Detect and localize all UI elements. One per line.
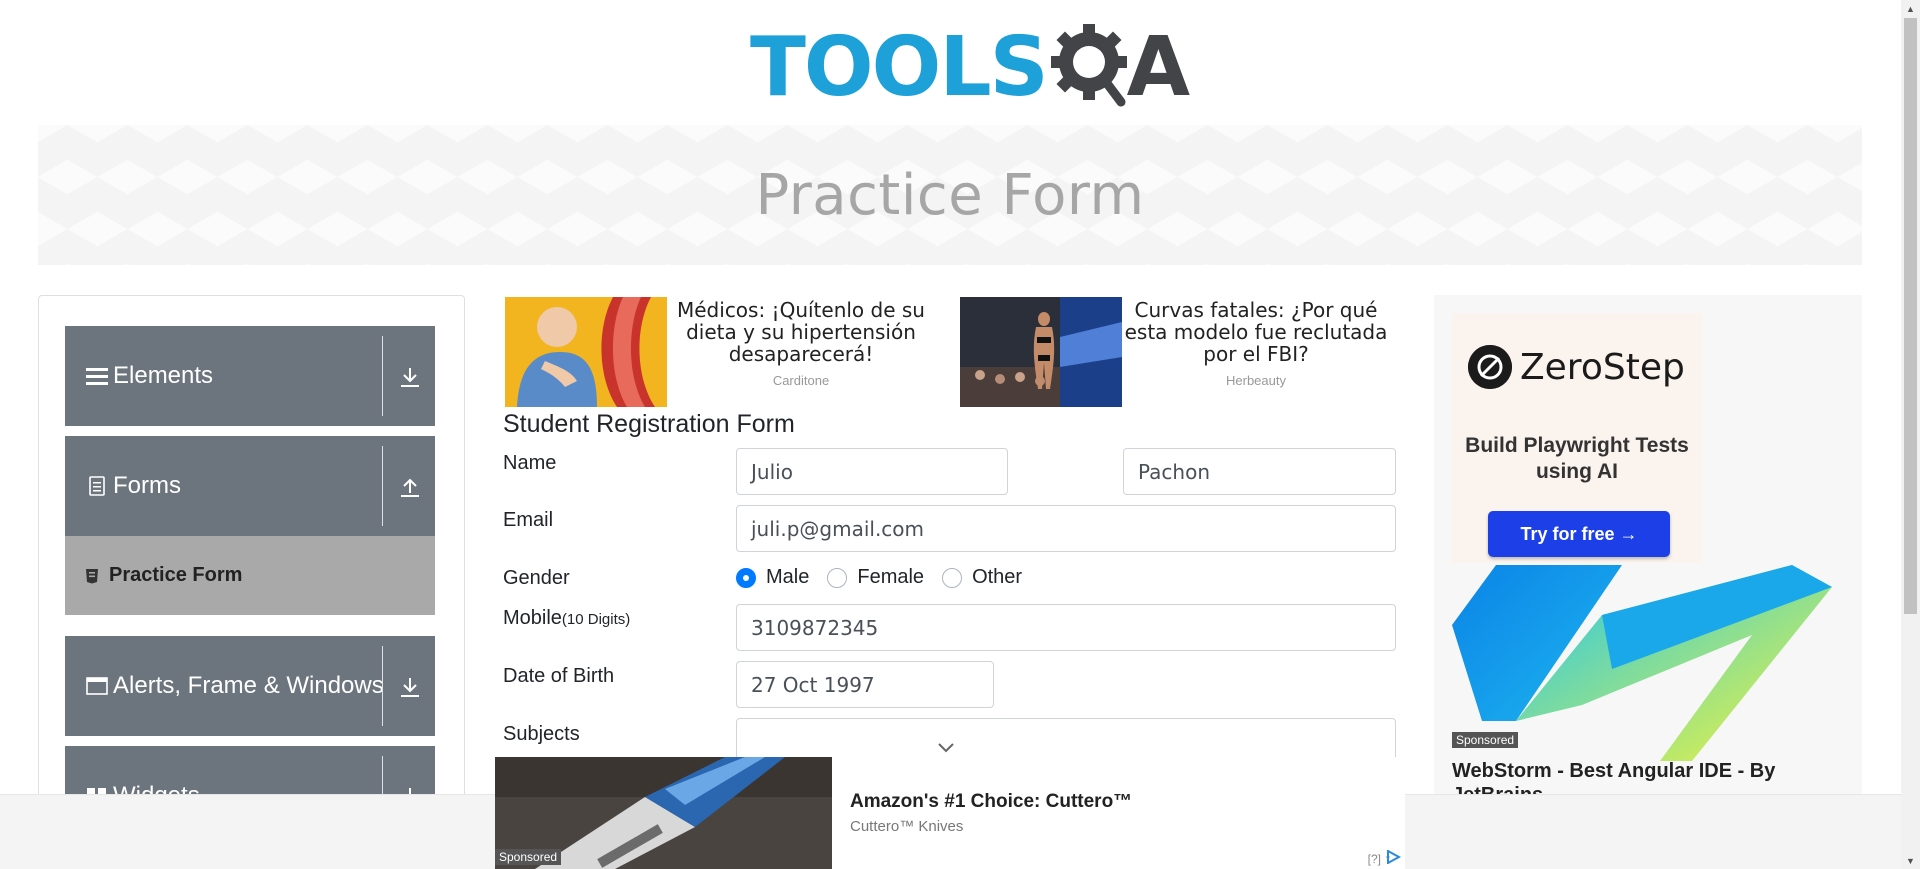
sidebar-group-label: Elements: [113, 362, 214, 389]
sidebar-item-label: Practice Form: [109, 564, 243, 586]
ad-title: Curvas fatales: ¿Por qué esta modelo fue…: [1124, 298, 1388, 366]
mobile-label: Mobile(10 Digits): [503, 607, 630, 630]
zerostep-tagline: Build Playwright Tests using AI: [1465, 434, 1689, 483]
bottom-ad-source: Cuttero™ Knives: [850, 818, 964, 835]
email-label: Email: [503, 509, 554, 531]
gender-male-radio[interactable]: Male: [736, 566, 809, 589]
radio-label: Other: [972, 566, 1023, 588]
gender-female-radio[interactable]: Female: [827, 566, 924, 589]
download-icon[interactable]: [395, 672, 425, 702]
zerostep-ad[interactable]: ZeroStep Build Playwright Tests using AI…: [1452, 313, 1702, 563]
radio-button[interactable]: [942, 567, 963, 588]
ad-card[interactable]: Curvas fatales: ¿Por qué esta modelo fue…: [960, 297, 1390, 407]
first-name-input[interactable]: Julio: [736, 448, 1008, 495]
ad-thumbnail: [505, 297, 667, 407]
scroll-down-icon[interactable]: ▼: [1901, 852, 1920, 869]
scroll-up-icon[interactable]: ▲: [1901, 0, 1920, 17]
email-input[interactable]: juli.p@gmail.com: [736, 505, 1396, 552]
logo-gear-icon: [1050, 22, 1133, 114]
page-banner: Practice Form: [38, 125, 1862, 265]
zerostep-logo-icon: [1468, 345, 1512, 389]
subjects-label: Subjects: [503, 723, 580, 745]
sponsored-badge: Sponsored: [495, 849, 562, 865]
radio-button[interactable]: [736, 567, 756, 588]
divider: [382, 646, 383, 726]
radio-button[interactable]: [827, 567, 848, 588]
page-title: Practice Form: [755, 162, 1145, 228]
sidebar-group-label: Alerts, Frame & Windows: [113, 672, 384, 699]
try-for-free-button[interactable]: Try for free →: [1488, 511, 1670, 557]
gender-label: Gender: [503, 567, 570, 589]
dob-label: Date of Birth: [503, 665, 615, 687]
adchoices-icon[interactable]: [1385, 849, 1402, 867]
logo-text: TOOLS: [750, 20, 1049, 115]
sidebar-group-label: Forms: [113, 472, 181, 499]
toolsqa-logo[interactable]: TOOLS A: [750, 18, 1190, 118]
sponsored-badge: Sponsored: [1452, 732, 1519, 748]
mobile-input[interactable]: 3109872345: [736, 604, 1396, 651]
sidebar-group-elements[interactable]: Elements: [65, 326, 435, 426]
divider: [382, 336, 383, 416]
ad-title: Médicos: ¡Quítenlo de su dieta y su hipe…: [677, 298, 925, 366]
name-label: Name: [503, 452, 557, 474]
bottom-ad[interactable]: Sponsored Amazon's #1 Choice: Cuttero™ C…: [495, 757, 1405, 869]
right-sidebar-ad[interactable]: ZeroStep Build Playwright Tests using AI…: [1434, 295, 1862, 869]
sidebar: Elements Forms Practice Form Alerts, Fra…: [38, 295, 465, 869]
form-title: Student Registration Form: [503, 410, 795, 438]
menu-icon: [85, 364, 109, 388]
ad-source: Carditone: [772, 373, 830, 388]
bottom-ad-title: Amazon's #1 Choice: Cuttero™: [850, 791, 1133, 812]
chevron-down-icon[interactable]: [937, 735, 955, 759]
sidebar-item-practice-form[interactable]: Practice Form: [65, 536, 435, 615]
ad-info[interactable]: [?]: [1367, 849, 1402, 867]
form-icon: [83, 567, 101, 585]
gender-other-radio[interactable]: Other: [942, 566, 1022, 589]
zerostep-brand: ZeroStep: [1520, 346, 1685, 388]
download-icon[interactable]: [395, 362, 425, 392]
date-of-birth-input[interactable]: 27 Oct 1997: [736, 661, 994, 708]
mobile-label-text: Mobile: [503, 607, 562, 629]
scrollbar-thumb[interactable]: [1904, 18, 1917, 614]
ad-info-label: [?]: [1367, 851, 1381, 866]
upload-icon[interactable]: [395, 472, 425, 502]
ad-source: Herbeauty: [1226, 373, 1286, 388]
radio-label: Female: [857, 566, 925, 588]
document-icon: [85, 474, 109, 498]
sidebar-group-forms[interactable]: Forms: [65, 436, 435, 536]
divider: [382, 446, 383, 526]
window-icon: [85, 674, 109, 698]
radio-label: Male: [766, 566, 810, 588]
vertical-scrollbar[interactable]: ▲ ▼: [1901, 0, 1920, 869]
ad-card[interactable]: Médicos: ¡Quítenlo de su dieta y su hipe…: [505, 297, 935, 407]
mobile-hint: (10 Digits): [561, 611, 631, 628]
last-name-input[interactable]: Pachon: [1123, 448, 1396, 495]
logo-suffix: A: [1126, 20, 1191, 115]
ad-thumbnail: [960, 297, 1122, 407]
gender-radio-group: Male Female Other: [736, 566, 1040, 589]
sidebar-group-alerts[interactable]: Alerts, Frame & Windows: [65, 636, 435, 736]
